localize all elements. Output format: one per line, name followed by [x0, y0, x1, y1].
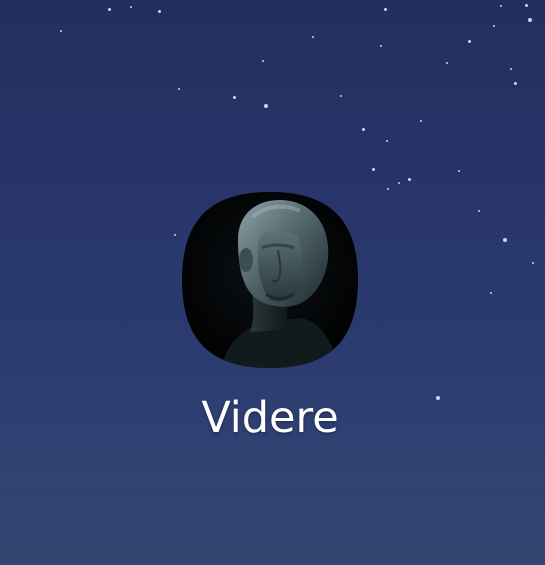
- wallpaper-star: [493, 25, 495, 27]
- wallpaper-star: [262, 60, 264, 62]
- wallpaper-star: [446, 62, 448, 64]
- wallpaper-star: [384, 8, 387, 11]
- wallpaper-star: [510, 68, 512, 70]
- wallpaper-star: [178, 88, 180, 90]
- wallpaper-star: [158, 10, 161, 13]
- wallpaper-star: [362, 128, 365, 131]
- app-label[interactable]: Videre: [120, 390, 420, 446]
- wallpaper-star: [420, 120, 422, 122]
- wallpaper-star: [528, 18, 532, 22]
- wallpaper-star: [408, 178, 411, 181]
- wallpaper-star: [490, 292, 492, 294]
- wallpaper-star: [130, 6, 132, 8]
- wallpaper-star: [500, 5, 502, 7]
- wallpaper-star: [233, 96, 236, 99]
- wallpaper-star: [60, 30, 62, 32]
- wallpaper-star: [264, 104, 268, 108]
- mannequin-head-icon: [182, 192, 358, 368]
- wallpaper-star: [174, 234, 176, 236]
- wallpaper-star: [468, 40, 471, 43]
- wallpaper-star: [108, 8, 111, 11]
- wallpaper-star: [478, 210, 480, 212]
- wallpaper-star: [312, 36, 314, 38]
- wallpaper-star: [532, 262, 534, 264]
- wallpaper-star: [458, 170, 460, 172]
- wallpaper-star: [398, 182, 400, 184]
- wallpaper-star: [436, 396, 440, 400]
- wallpaper-star: [380, 45, 382, 47]
- wallpaper-star: [387, 188, 389, 190]
- wallpaper-star: [514, 82, 517, 85]
- wallpaper-star: [386, 140, 388, 142]
- wallpaper-star: [503, 238, 507, 242]
- wallpaper-star: [372, 168, 375, 171]
- wallpaper-star: [340, 95, 342, 97]
- videre-app-icon[interactable]: [180, 190, 360, 370]
- wallpaper-star: [525, 4, 528, 7]
